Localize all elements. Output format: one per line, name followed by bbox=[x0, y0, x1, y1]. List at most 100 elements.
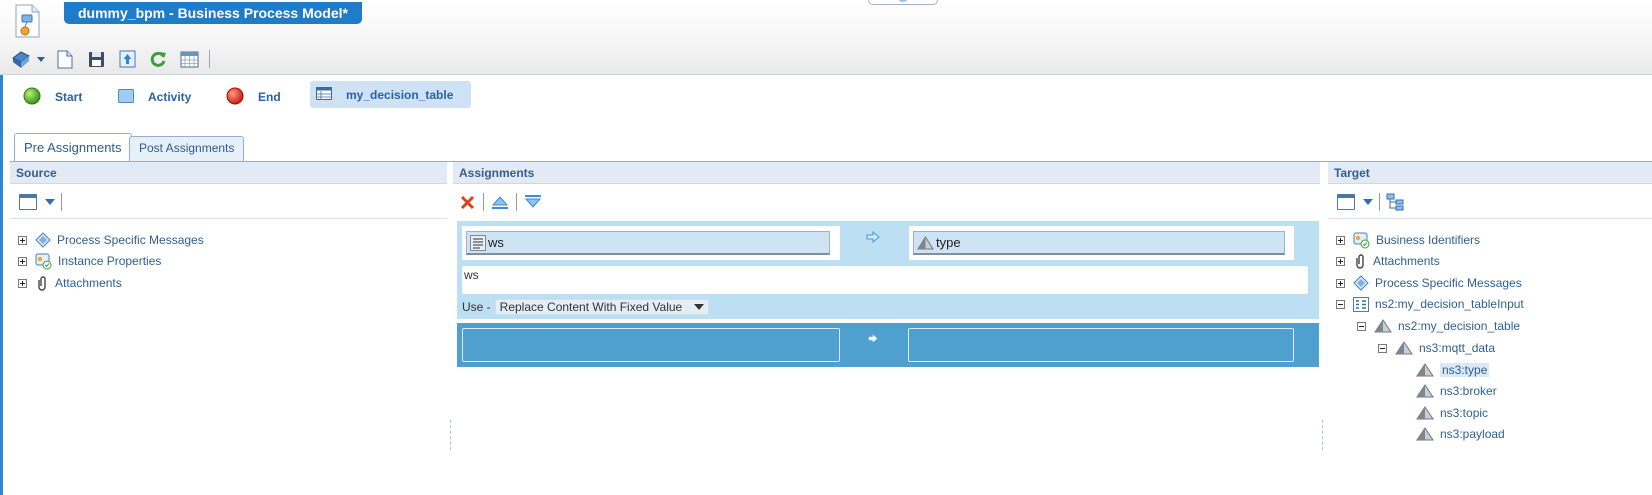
palette-activity-label: Activity bbox=[148, 90, 192, 104]
palette-start[interactable]: Start bbox=[23, 84, 82, 110]
delete-icon[interactable] bbox=[460, 195, 475, 210]
target-tree-item[interactable]: Attachments bbox=[1336, 250, 1440, 272]
input-table-icon bbox=[1353, 296, 1369, 312]
instance-properties-icon bbox=[35, 253, 52, 270]
target-field[interactable]: type bbox=[913, 231, 1285, 255]
deploy-icon bbox=[119, 50, 135, 68]
expand-icon[interactable] bbox=[1336, 256, 1345, 266]
calendar-icon bbox=[180, 51, 198, 67]
source-field-value: ws bbox=[488, 235, 504, 250]
target-panel-toolbar bbox=[1328, 185, 1652, 219]
element-type-icon bbox=[917, 235, 934, 250]
empty-source-field[interactable] bbox=[462, 328, 840, 362]
palette-decision-table-label: my_decision_table bbox=[346, 87, 454, 102]
calendar-button[interactable] bbox=[178, 48, 200, 70]
paperclip-icon bbox=[35, 275, 49, 292]
target-tree-item[interactable]: ns2:my_decision_tableInput bbox=[1336, 293, 1524, 315]
fixed-value-text[interactable]: ws bbox=[462, 266, 1308, 294]
element-icon bbox=[1374, 319, 1392, 333]
tab-pre-assignments[interactable]: Pre Assignments bbox=[14, 133, 132, 161]
source-tree-item[interactable]: Process Specific Messages bbox=[18, 229, 204, 251]
chevron-down-icon[interactable] bbox=[1363, 198, 1373, 205]
new-document-button[interactable] bbox=[54, 48, 76, 70]
element-icon bbox=[1416, 363, 1434, 377]
process-menu-button[interactable] bbox=[10, 48, 32, 70]
splitter[interactable] bbox=[1322, 420, 1324, 450]
tab-post-assignments[interactable]: Post Assignments bbox=[129, 136, 245, 161]
refresh-button[interactable] bbox=[147, 48, 169, 70]
save-icon bbox=[88, 51, 104, 67]
target-tree-label: ns3:topic bbox=[1440, 406, 1489, 420]
end-event-icon bbox=[226, 87, 244, 108]
expand-icon[interactable] bbox=[18, 278, 27, 288]
toolbar-separator bbox=[209, 50, 210, 68]
toolbar-separator bbox=[1379, 192, 1380, 211]
target-tree-item[interactable]: Process Specific Messages bbox=[1336, 272, 1522, 294]
target-tree-item[interactable]: ns3:broker bbox=[1416, 380, 1497, 402]
palette-decision-table[interactable]: my_decision_table bbox=[310, 81, 472, 108]
start-event-icon bbox=[23, 87, 41, 108]
target-tree-item-selected[interactable]: ns3:type bbox=[1416, 359, 1490, 381]
target-tree-label: Business Identifiers bbox=[1376, 233, 1481, 247]
expand-icon[interactable] bbox=[18, 256, 27, 266]
expand-icon[interactable] bbox=[1336, 278, 1345, 288]
main-toolbar bbox=[10, 48, 216, 70]
text-type-icon bbox=[470, 234, 486, 251]
target-tree-label: ns2:my_decision_tableInput bbox=[1375, 297, 1524, 311]
source-panel-header: Source bbox=[10, 162, 447, 184]
palette-end[interactable]: End bbox=[226, 84, 281, 110]
chevron-down-icon bbox=[694, 304, 705, 310]
expand-icon[interactable] bbox=[18, 235, 27, 245]
target-tree-item[interactable]: ns2:my_decision_table bbox=[1357, 315, 1520, 337]
collapse-handle[interactable] bbox=[868, 0, 938, 5]
source-field[interactable]: ws bbox=[466, 231, 830, 255]
business-identifiers-icon bbox=[1353, 232, 1370, 249]
element-icon bbox=[1416, 384, 1434, 398]
source-tree-item[interactable]: Attachments bbox=[18, 272, 122, 294]
collapse-icon[interactable] bbox=[1357, 321, 1366, 331]
chevron-down-icon[interactable] bbox=[45, 198, 55, 205]
tree-structure-icon[interactable] bbox=[1386, 193, 1404, 211]
deploy-button[interactable] bbox=[116, 48, 138, 70]
messages-icon bbox=[35, 232, 51, 248]
use-dropdown[interactable]: Replace Content With Fixed Value bbox=[494, 299, 710, 315]
source-tree-item[interactable]: Instance Properties bbox=[18, 250, 161, 272]
target-tree-label: Attachments bbox=[1373, 254, 1440, 268]
target-tree-label: ns2:my_decision_table bbox=[1398, 319, 1521, 333]
target-tree-item[interactable]: ns3:topic bbox=[1416, 402, 1488, 424]
window-view-icon[interactable] bbox=[19, 193, 37, 210]
save-button[interactable] bbox=[85, 48, 107, 70]
splitter[interactable] bbox=[450, 420, 452, 450]
palette-activity[interactable]: Activity bbox=[118, 84, 191, 110]
decision-table-icon bbox=[316, 86, 332, 103]
source-tree-label: Attachments bbox=[55, 276, 122, 290]
activity-icon bbox=[118, 88, 134, 106]
collapse-icon[interactable] bbox=[1378, 343, 1387, 353]
target-tree-label: ns3:mqtt_data bbox=[1419, 341, 1496, 355]
arrow-right-icon bbox=[868, 334, 878, 343]
element-icon bbox=[1416, 406, 1434, 420]
target-tree-label: ns3:payload bbox=[1440, 427, 1505, 441]
arrow-right-icon bbox=[866, 231, 880, 243]
target-tree-label: Process Specific Messages bbox=[1375, 276, 1522, 290]
chevron-down-icon[interactable] bbox=[37, 56, 45, 62]
window-view-icon[interactable] bbox=[1337, 193, 1355, 210]
target-tree-item[interactable]: ns3:payload bbox=[1416, 423, 1505, 445]
paperclip-icon bbox=[1353, 253, 1367, 270]
toolbar-separator bbox=[483, 193, 484, 211]
move-down-icon[interactable] bbox=[524, 195, 542, 209]
refresh-icon bbox=[150, 51, 166, 67]
target-tree-item[interactable]: Business Identifiers bbox=[1336, 229, 1480, 251]
toolbar-separator bbox=[516, 193, 517, 211]
messages-icon bbox=[1353, 275, 1369, 291]
empty-target-field[interactable] bbox=[908, 328, 1294, 362]
move-up-icon[interactable] bbox=[491, 195, 509, 209]
element-icon bbox=[1395, 341, 1413, 355]
collapse-icon[interactable] bbox=[1336, 299, 1345, 309]
use-dropdown-value: Replace Content With Fixed Value bbox=[499, 300, 683, 314]
expand-icon[interactable] bbox=[1336, 235, 1345, 245]
source-panel-toolbar bbox=[10, 185, 447, 219]
use-label: Use - bbox=[462, 300, 491, 314]
target-tree-item[interactable]: ns3:mqtt_data bbox=[1378, 337, 1495, 359]
source-tree-label: Instance Properties bbox=[58, 254, 162, 268]
